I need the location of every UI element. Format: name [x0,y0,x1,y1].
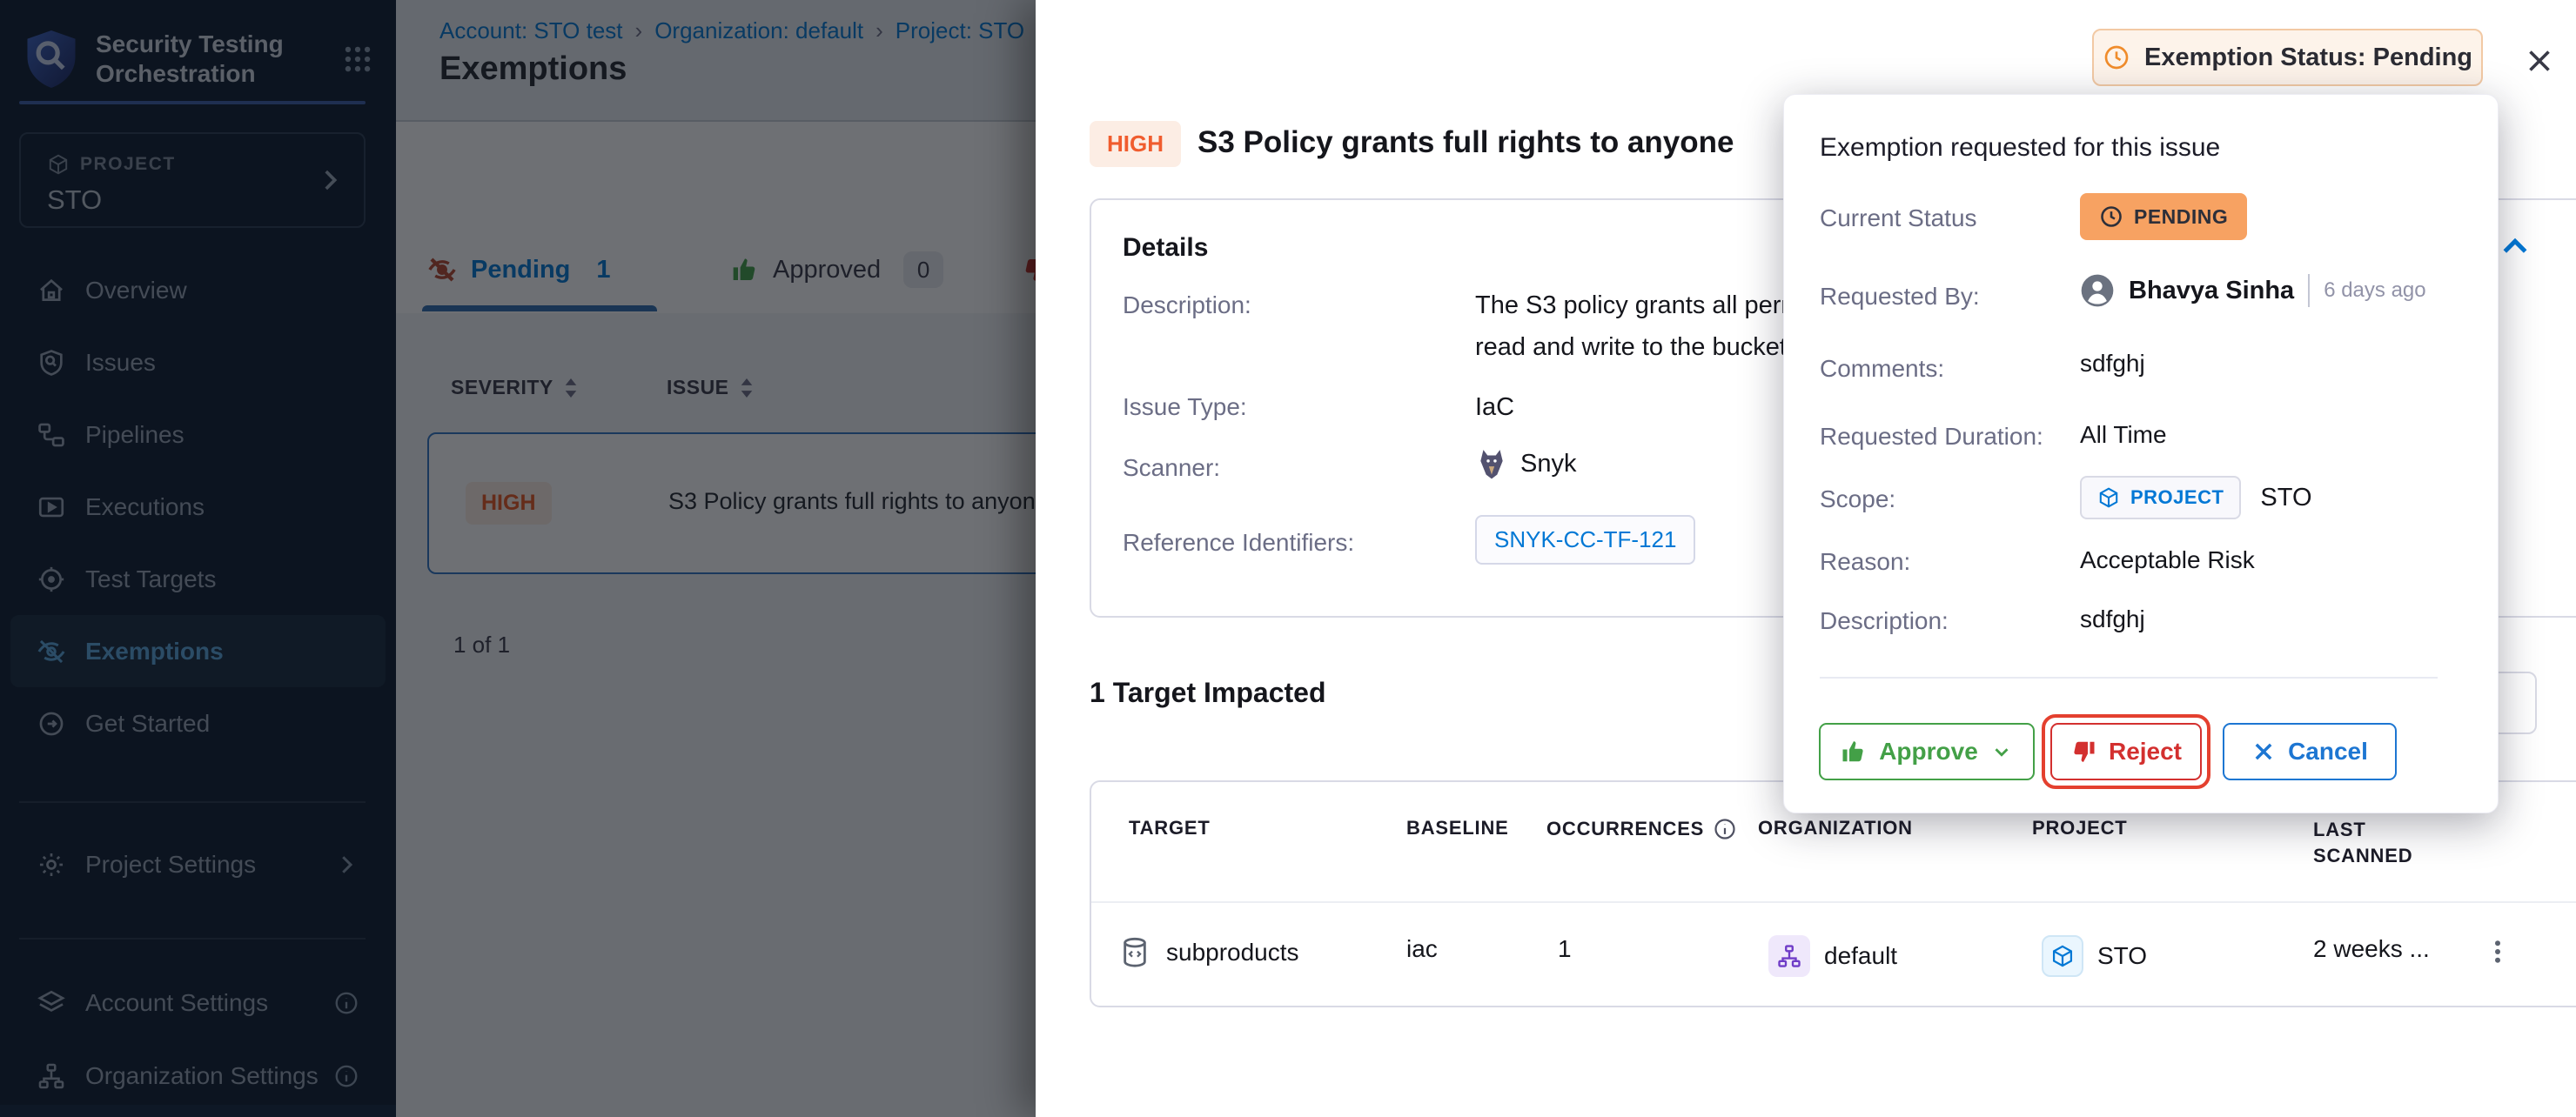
description-value: sdfghj [2080,605,2145,633]
thumb-down-icon [2070,739,2096,765]
clock-icon [2103,43,2130,71]
targets-table: TARGET BASELINE OCCURRENCES ORGANIZATION… [1090,780,2576,1007]
reason-label: Reason: [1820,548,1910,576]
requested-by-label: Requested By: [1820,283,1980,311]
organization-icon [1768,935,1810,977]
column-header-last-scanned: LAST SCANNED [2313,817,2470,869]
description-label: Description: [1123,291,1251,319]
reference-id-chip[interactable]: SNYK-CC-TF-121 [1475,515,1695,565]
scope-project-chip: PROJECT [2080,476,2241,519]
duration-value: All Time [2080,421,2167,449]
issue-type-label: Issue Type: [1123,393,1247,421]
target-cell: subproducts [1117,935,1299,970]
reference-identifiers-label: Reference Identifiers: [1123,529,1354,557]
occurrences-cell: 1 [1558,935,1572,963]
scope-value: PROJECT STO [2080,476,2312,519]
popup-heading: Exemption requested for this issue [1820,133,2220,163]
info-icon[interactable] [1713,817,1737,841]
project-name: STO [2097,942,2147,970]
column-header-organization: ORGANIZATION [1758,817,1913,839]
approve-button[interactable]: Approve [1819,723,2035,780]
severity-badge: HIGH [1090,121,1181,167]
column-header-occurrences: OCCURRENCES [1546,817,1737,841]
details-heading: Details [1123,233,1208,263]
duration-label: Requested Duration: [1820,423,2043,451]
exemption-request-popup: Exemption requested for this issue Curre… [1783,94,2499,813]
targets-impacted-heading: 1 Target Impacted [1090,677,1325,709]
description-label: Description: [1820,607,1949,635]
avatar-icon [2080,273,2115,308]
baseline-cell: iac [1406,935,1438,963]
target-name: subproducts [1166,939,1299,967]
thumb-up-icon [1841,739,1867,765]
reason-value: Acceptable Risk [2080,546,2255,574]
x-icon [2251,739,2276,764]
project-cube-icon [2097,486,2120,509]
exemption-status-text: Exemption Status: Pending [2144,43,2472,72]
column-header-project: PROJECT [2032,817,2128,839]
scope-project-name: STO [2260,484,2311,512]
project-cube-icon [2042,935,2083,977]
reject-button[interactable]: Reject [2050,723,2202,780]
column-header-target: TARGET [1129,817,1211,839]
scanner-label: Scanner: [1123,454,1220,482]
popup-divider [1820,677,2438,679]
issue-type-value: IaC [1475,393,1514,422]
requested-by-value: Bhavya Sinha 6 days ago [2080,273,2426,308]
current-status-label: Current Status [1820,204,1977,232]
last-scanned-cell: 2 weeks ... [2313,935,2430,963]
pending-status-badge: PENDING [2080,193,2247,240]
organization-name: default [1824,942,1897,970]
column-header-baseline: BASELINE [1406,817,1509,839]
reference-chip-wrap: SNYK-CC-TF-121 [1475,515,1695,565]
close-icon[interactable] [2520,42,2559,80]
chevron-down-icon [1990,740,2013,763]
chevron-up-icon[interactable] [2498,230,2532,264]
drawer-issue-title: S3 Policy grants full rights to anyone [1197,125,1734,160]
requester-name: Bhavya Sinha [2129,277,2294,305]
request-age: 6 days ago [2324,278,2425,303]
scanner-value: Snyk [1475,447,1576,480]
exemption-status-chip[interactable]: Exemption Status: Pending [2092,29,2483,86]
row-menu-kebab-icon[interactable] [2479,928,2517,975]
project-cell: STO [2042,935,2147,977]
comments-value: sdfghj [2080,350,2145,378]
organization-cell: default [1768,935,1897,977]
snyk-logo-icon [1475,447,1508,480]
table-divider [1091,901,2576,903]
clock-icon [2099,204,2123,229]
cancel-button[interactable]: Cancel [2223,723,2397,780]
comments-label: Comments: [1820,355,1944,383]
divider [2308,274,2310,307]
target-container-icon [1117,935,1152,970]
scope-label: Scope: [1820,485,1895,513]
app-root: Security Testing Orchestration PROJE [0,0,2576,1117]
